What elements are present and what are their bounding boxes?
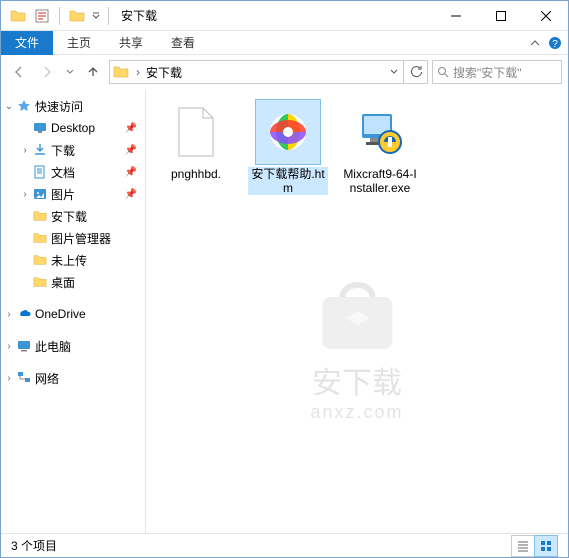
folder-icon [31,253,49,267]
address-bar: › 安下载 搜索"安下载" [1,55,568,89]
view-details-button[interactable] [511,535,535,557]
breadcrumb-item[interactable]: 安下载 [144,61,184,83]
downloads-icon [31,143,49,157]
folder-icon [31,275,49,289]
folder-icon [31,231,49,245]
file-label: pnghhbd. [169,167,223,181]
chevron-right-icon[interactable]: › [3,341,15,352]
svg-text:?: ? [552,39,558,50]
nav-item-desktop[interactable]: Desktop 📌 [1,117,145,139]
chevron-right-icon[interactable]: › [19,145,31,156]
body: ⌄ 快速访问 Desktop 📌 › 下载 📌 文档 📌 › 图片 📌 [1,89,568,533]
nav-item-documents[interactable]: 文档 📌 [1,161,145,183]
separator [59,7,60,25]
nav-item-folder[interactable]: 图片管理器 [1,227,145,249]
up-button[interactable] [81,60,105,84]
close-button[interactable] [523,1,568,30]
quick-access-toolbar [1,5,113,27]
pin-icon: 📌 [125,123,145,134]
file-item[interactable]: pnghhbd. [156,99,236,181]
file-icon-exe [347,99,413,165]
pin-icon: 📌 [125,189,145,200]
file-item[interactable]: 安下载帮助.htm [248,99,328,195]
nav-item-folder[interactable]: 安下载 [1,205,145,227]
chevron-right-icon[interactable]: › [3,309,15,320]
minimize-button[interactable] [433,1,478,30]
star-icon [15,99,33,113]
pictures-icon [31,187,49,201]
search-input[interactable]: 搜索"安下载" [432,60,562,84]
nav-this-pc[interactable]: › 此电脑 [1,335,145,357]
folder-icon [7,5,29,27]
file-icon-blank [163,99,229,165]
titlebar: 安下载 [1,1,568,31]
nav-quick-access[interactable]: ⌄ 快速访问 [1,95,145,117]
ribbon-expand-icon[interactable] [530,38,540,48]
nav-item-pictures[interactable]: › 图片 📌 [1,183,145,205]
search-icon [437,66,449,78]
status-bar: 3 个项目 [1,533,568,557]
nav-network[interactable]: › 网络 [1,367,145,389]
refresh-button[interactable] [403,61,427,83]
nav-item-folder[interactable]: 未上传 [1,249,145,271]
qat-dropdown-icon[interactable] [66,5,88,27]
address-input[interactable]: › 安下载 [109,60,428,84]
pin-icon: 📌 [125,145,145,156]
nav-item-downloads[interactable]: › 下载 📌 [1,139,145,161]
help-icon[interactable]: ? [548,36,562,50]
file-list[interactable]: pnghhbd. 安下载帮助.htm [146,89,568,533]
desktop-icon [31,121,49,135]
folder-icon [110,64,132,80]
window-title: 安下载 [121,7,157,24]
folder-icon [31,209,49,223]
cloud-icon [15,307,33,321]
tab-view[interactable]: 查看 [157,31,209,55]
watermark: 安下载 anxz.com [310,279,403,423]
view-icons-button[interactable] [534,535,558,557]
separator [108,7,109,25]
chevron-right-icon[interactable]: › [19,189,31,200]
chevron-down-icon[interactable]: ⌄ [3,101,15,112]
file-item[interactable]: Mixcraft9-64-Installer.exe [340,99,420,195]
tab-file[interactable]: 文件 [1,31,53,55]
maximize-button[interactable] [478,1,523,30]
file-icon-htm [255,99,321,165]
address-dropdown[interactable] [383,68,403,76]
tab-share[interactable]: 共享 [105,31,157,55]
chevron-right-icon[interactable]: › [3,373,15,384]
file-label: 安下载帮助.htm [248,167,328,195]
file-label: Mixcraft9-64-Installer.exe [340,167,420,195]
nav-onedrive[interactable]: › OneDrive [1,303,145,325]
pin-icon: 📌 [125,167,145,178]
properties-icon[interactable] [31,5,53,27]
search-placeholder: 搜索"安下载" [453,64,522,81]
ribbon-tabs: 文件 主页 共享 查看 ? [1,31,568,55]
item-count: 3 个项目 [11,537,57,554]
network-icon [15,371,33,385]
back-button[interactable] [7,60,31,84]
tab-home[interactable]: 主页 [53,31,105,55]
window-controls [433,1,568,30]
nav-item-folder[interactable]: 桌面 [1,271,145,293]
documents-icon [31,165,49,179]
breadcrumb-chevron[interactable]: › [132,65,144,79]
forward-button[interactable] [35,60,59,84]
recent-dropdown[interactable] [63,60,77,84]
chevron-down-icon[interactable] [90,5,102,27]
navigation-pane: ⌄ 快速访问 Desktop 📌 › 下载 📌 文档 📌 › 图片 📌 [1,89,146,533]
pc-icon [15,339,33,353]
